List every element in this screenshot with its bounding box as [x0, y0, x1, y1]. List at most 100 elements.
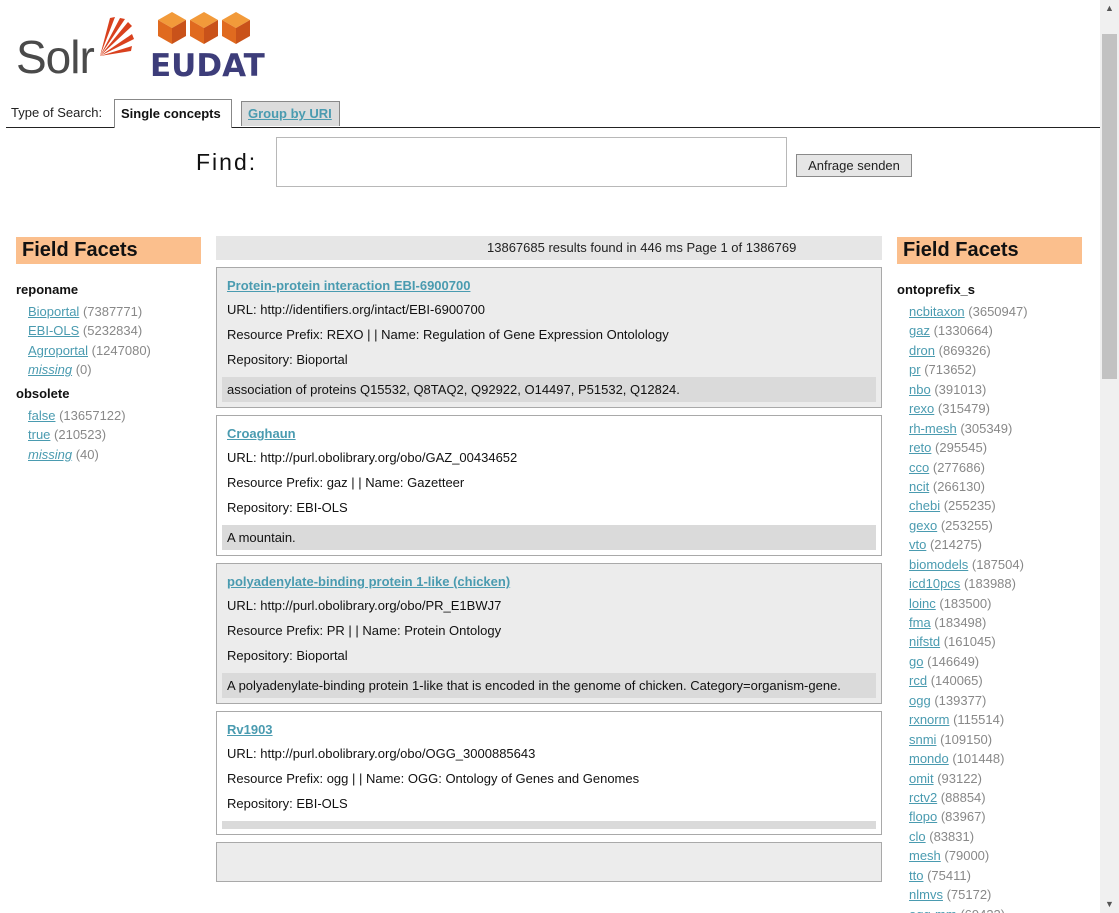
- facet-item: nifstd (161045): [909, 632, 1082, 651]
- facet-count: (75411): [927, 867, 971, 883]
- result-description: association of proteins Q15532, Q8TAQ2, …: [222, 377, 876, 402]
- facet-item: rcd (140065): [909, 671, 1082, 690]
- result-item: Rv1903 URL: http://purl.obolibrary.org/o…: [216, 711, 882, 835]
- facet-link[interactable]: omit: [909, 771, 934, 786]
- facet-link[interactable]: nifstd: [909, 634, 940, 649]
- result-description: A polyadenylate-binding protein 1-like t…: [222, 673, 876, 698]
- facet-item: omit (93122): [909, 769, 1082, 788]
- facet-count: (183500): [939, 595, 992, 611]
- facet-count: (146649): [927, 653, 980, 669]
- facet-link[interactable]: rh-mesh: [909, 421, 957, 436]
- facet-link[interactable]: ogg-mm: [909, 907, 957, 913]
- facet-link[interactable]: tto: [909, 868, 923, 883]
- results-list: 13867685 results found in 446 ms Page 1 …: [216, 236, 882, 882]
- facet-item: icd10pcs (183988): [909, 574, 1082, 593]
- facet-count: (713652): [924, 362, 977, 378]
- facet-link[interactable]: vto: [909, 537, 926, 552]
- result-url: URL: http://purl.obolibrary.org/obo/OGG_…: [227, 746, 536, 761]
- result-url: URL: http://identifiers.org/intact/EBI-6…: [227, 302, 485, 317]
- solr-sun-icon: [100, 17, 134, 56]
- facet-link[interactable]: rxnorm: [909, 712, 949, 727]
- facet-item: fma (183498): [909, 613, 1082, 632]
- facet-link[interactable]: biomodels: [909, 557, 968, 572]
- tab-single-concepts[interactable]: Single concepts: [114, 99, 232, 128]
- facet-link[interactable]: rctv2: [909, 790, 937, 805]
- facet-link[interactable]: loinc: [909, 596, 936, 611]
- facet-link[interactable]: snmi: [909, 732, 936, 747]
- result-resource: Resource Prefix: gaz | | Name: Gazetteer: [227, 475, 465, 490]
- facet-link[interactable]: false: [28, 408, 55, 423]
- tab-group-by-uri-link[interactable]: Group by URI: [248, 106, 332, 121]
- facet-link[interactable]: Agroportal: [28, 343, 88, 358]
- facet-count: (0): [75, 362, 92, 378]
- facet-link[interactable]: nbo: [909, 382, 931, 397]
- facet-count: (115514): [953, 712, 1005, 728]
- result-title-link[interactable]: Protein-protein interaction EBI-6900700: [227, 278, 876, 293]
- facet-link[interactable]: Bioportal: [28, 304, 79, 319]
- result-repository: Repository: Bioportal: [227, 352, 348, 367]
- facet-item: go (146649): [909, 652, 1082, 671]
- eudat-cubes-icon: [158, 12, 250, 44]
- facet-link[interactable]: mesh: [909, 848, 941, 863]
- facet-header: Field Facets: [897, 237, 1082, 264]
- facet-count: (69432): [960, 907, 1005, 913]
- result-title-link[interactable]: Croaghaun: [227, 426, 876, 441]
- result-title-link[interactable]: Rv1903: [227, 722, 876, 737]
- result-url: URL: http://purl.obolibrary.org/obo/GAZ_…: [227, 450, 518, 465]
- facet-item: ogg (139377): [909, 691, 1082, 710]
- facet-link[interactable]: gaz: [909, 323, 930, 338]
- facet-link[interactable]: chebi: [909, 498, 940, 513]
- facet-link[interactable]: rcd: [909, 673, 927, 688]
- facet-count: (305349): [960, 420, 1013, 436]
- facet-count: (391013): [934, 381, 987, 397]
- facet-count: (5232834): [82, 323, 143, 339]
- facet-link[interactable]: flopo: [909, 809, 937, 824]
- result-description: [222, 821, 876, 829]
- facet-link-missing[interactable]: missing: [28, 447, 72, 462]
- facet-count: (183498): [934, 615, 987, 630]
- facet-link[interactable]: true: [28, 427, 50, 442]
- facet-link[interactable]: nlmvs: [909, 887, 943, 902]
- solr-logo[interactable]: Solr: [16, 14, 136, 83]
- search-input[interactable]: [276, 137, 787, 187]
- scroll-up-arrow-icon[interactable]: ▲: [1100, 0, 1119, 17]
- facet-header: Field Facets: [16, 237, 201, 264]
- submit-button[interactable]: Anfrage senden: [796, 154, 912, 177]
- eudat-logo[interactable]: EUDAT: [150, 8, 265, 84]
- facet-link[interactable]: dron: [909, 343, 935, 358]
- result-resource: Resource Prefix: ogg | | Name: OGG: Onto…: [227, 771, 640, 786]
- facet-link[interactable]: go: [909, 654, 923, 669]
- facet-link[interactable]: clo: [909, 829, 926, 844]
- result-resource: Resource Prefix: REXO | | Name: Regulati…: [227, 327, 669, 342]
- scroll-thumb[interactable]: [1102, 34, 1117, 379]
- facet-count: (253255): [940, 517, 993, 533]
- facet-link[interactable]: icd10pcs: [909, 576, 960, 591]
- facet-count: (187504): [971, 556, 1024, 572]
- facet-link[interactable]: fma: [909, 615, 931, 630]
- facet-count: (140065): [930, 673, 983, 689]
- result-url: URL: http://purl.obolibrary.org/obo/PR_E…: [227, 598, 502, 613]
- facet-item: chebi (255235): [909, 496, 1082, 515]
- facet-link[interactable]: EBI-OLS: [28, 323, 79, 338]
- result-resource: Resource Prefix: PR | | Name: Protein On…: [227, 623, 502, 638]
- facet-item: nlmvs (75172): [909, 885, 1082, 904]
- facet-link[interactable]: pr: [909, 362, 921, 377]
- facet-link[interactable]: mondo: [909, 751, 949, 766]
- facet-link[interactable]: reto: [909, 440, 931, 455]
- result-title-link[interactable]: polyadenylate-binding protein 1-like (ch…: [227, 574, 876, 589]
- facet-count: (93122): [937, 770, 982, 786]
- facet-link[interactable]: rexo: [909, 401, 934, 416]
- facet-count: (139377): [934, 692, 987, 708]
- search-type-tabs: Type of Search: Single concepts Group by…: [6, 99, 1100, 128]
- facet-link[interactable]: ogg: [909, 693, 931, 708]
- facet-item: reto (295545): [909, 438, 1082, 457]
- tab-group-by-uri[interactable]: Group by URI: [241, 101, 340, 126]
- facet-link[interactable]: ncit: [909, 479, 929, 494]
- vertical-scrollbar[interactable]: ▲ ▼: [1100, 0, 1119, 913]
- facet-link-missing[interactable]: missing: [28, 362, 72, 377]
- scroll-down-arrow-icon[interactable]: ▼: [1100, 896, 1119, 913]
- facet-link[interactable]: ncbitaxon: [909, 304, 965, 319]
- facet-link[interactable]: gexo: [909, 518, 937, 533]
- facet-link[interactable]: cco: [909, 460, 929, 475]
- facet-count: (83967): [940, 809, 986, 825]
